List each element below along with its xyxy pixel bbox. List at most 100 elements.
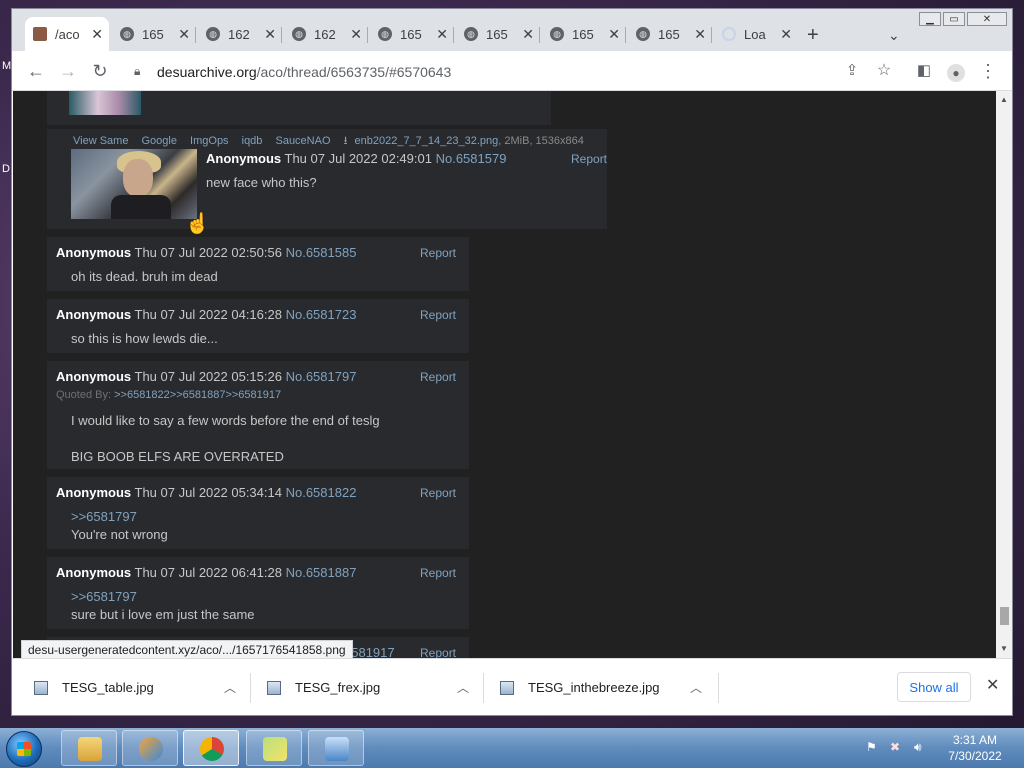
- post-text: BIG BOOB ELFS ARE OVERRATED: [71, 449, 284, 464]
- report-link[interactable]: Report: [420, 308, 456, 322]
- close-icon[interactable]: ✕: [694, 26, 706, 43]
- clock[interactable]: 3:31 AM 7/30/2022: [940, 732, 1010, 764]
- tab-2[interactable]: ◍ 165 ✕: [112, 17, 196, 51]
- download-item[interactable]: TESG_table.jpg ︿: [12, 659, 250, 715]
- close-icon[interactable]: ✕: [780, 26, 792, 43]
- quoted-by-link[interactable]: >>6581887: [170, 389, 226, 401]
- start-button[interactable]: [6, 731, 42, 767]
- chevron-up-icon[interactable]: ︿: [224, 679, 236, 696]
- poster-name: Anonymous: [56, 565, 132, 580]
- show-all-button[interactable]: Show all: [897, 672, 971, 702]
- post-number-link[interactable]: No.6581723: [286, 307, 357, 322]
- report-link[interactable]: Report: [420, 370, 456, 384]
- action-center-flag-icon[interactable]: ⚑: [866, 740, 882, 754]
- taskbar: ⚑ ✖ 🔊︎ 3:31 AM 7/30/2022: [0, 728, 1024, 768]
- media-player-taskbar-button[interactable]: [122, 730, 178, 766]
- report-link[interactable]: Report: [420, 646, 456, 658]
- download-icon[interactable]: ⭳: [344, 135, 348, 147]
- forward-arrow-icon[interactable]: →: [56, 59, 80, 83]
- quote-link[interactable]: >>6581797: [71, 509, 137, 524]
- post-6581797: Anonymous Thu 07 Jul 2022 05:15:26 No.65…: [47, 361, 469, 469]
- tab-9[interactable]: Loa ✕: [714, 17, 798, 51]
- post-text: sure but i love em just the same: [71, 607, 255, 622]
- download-item[interactable]: TESG_frex.jpg ︿: [245, 659, 483, 715]
- new-tab-button[interactable]: +: [807, 25, 819, 45]
- quote-link[interactable]: >>6581797: [71, 589, 137, 604]
- page-scrollbar[interactable]: ▲ ▼: [996, 91, 1012, 658]
- window-close-button[interactable]: ✕: [967, 12, 1007, 26]
- tab-6[interactable]: ◍ 165 ✕: [456, 17, 540, 51]
- tab-7[interactable]: ◍ 165 ✕: [542, 17, 626, 51]
- report-link[interactable]: Report: [420, 566, 456, 580]
- desktop-icon-label-m[interactable]: M: [2, 60, 11, 72]
- report-link[interactable]: Report: [420, 486, 456, 500]
- minimize-button[interactable]: ▁: [919, 12, 941, 26]
- file-link-google[interactable]: Google: [142, 135, 177, 147]
- post-number-link[interactable]: No.6581887: [286, 565, 357, 580]
- profile-avatar-icon[interactable]: ●: [944, 59, 968, 83]
- post-number-link[interactable]: No.6581585: [286, 245, 357, 260]
- report-link[interactable]: Report: [571, 152, 607, 166]
- quoted-by-label: Quoted By:: [56, 389, 112, 401]
- chevron-up-icon[interactable]: ︿: [690, 679, 702, 696]
- loading-spinner-icon: [722, 27, 736, 41]
- file-link-saucenao[interactable]: SauceNAO: [275, 135, 330, 147]
- close-icon[interactable]: ✕: [350, 26, 362, 43]
- post-number-link[interactable]: No.6581579: [436, 151, 507, 166]
- url-text[interactable]: desuarchive.org/aco/thread/6563735/#6570…: [157, 64, 451, 80]
- menu-kebab-icon[interactable]: ⋮: [976, 59, 1000, 83]
- share-icon[interactable]: ⇪: [840, 59, 864, 83]
- reload-icon[interactable]: ↻: [88, 59, 112, 83]
- post-image-thumbnail[interactable]: [71, 149, 197, 219]
- tab-label: 165: [400, 26, 422, 42]
- previous-post-thumbnail[interactable]: [69, 91, 141, 115]
- close-icon[interactable]: ✕: [91, 26, 103, 43]
- bookmark-star-icon[interactable]: ☆: [872, 59, 896, 83]
- post-number-link[interactable]: No.6581797: [286, 369, 357, 384]
- close-icon[interactable]: ✕: [522, 26, 534, 43]
- image-file-icon: [500, 680, 514, 695]
- file-link-imgops[interactable]: ImgOps: [190, 135, 229, 147]
- side-panel-icon[interactable]: ◧: [912, 59, 936, 83]
- maximize-button[interactable]: ▭: [943, 12, 965, 26]
- network-disconnected-icon[interactable]: ✖: [890, 740, 906, 754]
- explorer-taskbar-button[interactable]: [61, 730, 117, 766]
- lock-icon[interactable]: 🔒︎: [134, 64, 140, 79]
- close-icon[interactable]: ✕: [436, 26, 448, 43]
- poster-name: Anonymous: [56, 369, 132, 384]
- tab-separator: [625, 27, 626, 43]
- tab-8[interactable]: ◍ 165 ✕: [628, 17, 712, 51]
- post-6581585: Anonymous Thu 07 Jul 2022 02:50:56 No.65…: [47, 237, 469, 291]
- back-arrow-icon[interactable]: ←: [24, 59, 48, 83]
- close-downloads-icon[interactable]: ✕: [986, 675, 999, 695]
- quoted-by-link[interactable]: >>6581917: [225, 389, 281, 401]
- post-number-link[interactable]: No.6581822: [286, 485, 357, 500]
- tab-search-chevron-icon[interactable]: ⌄: [888, 27, 900, 44]
- image-file-icon: [267, 680, 281, 695]
- address-bar[interactable]: 🔒︎ desuarchive.org/aco/thread/6563735/#6…: [124, 58, 884, 86]
- desktop-icon-label-d[interactable]: D: [2, 163, 10, 175]
- file-name-link[interactable]: enb2022_7_7_14_23_32.png: [355, 135, 499, 147]
- scroll-down-arrow-icon[interactable]: ▼: [1000, 644, 1008, 653]
- file-link-iqdb[interactable]: iqdb: [242, 135, 263, 147]
- scrollbar-thumb[interactable]: [1000, 607, 1009, 625]
- notes-taskbar-button[interactable]: [246, 730, 302, 766]
- file-link-view-same[interactable]: View Same: [73, 135, 128, 147]
- chrome-taskbar-button[interactable]: [183, 730, 239, 766]
- chevron-up-icon[interactable]: ︿: [457, 679, 469, 696]
- tab-4[interactable]: ◍ 162 ✕: [284, 17, 368, 51]
- globe-icon: ◍: [550, 27, 564, 41]
- control-panel-taskbar-button[interactable]: [308, 730, 364, 766]
- tab-3[interactable]: ◍ 162 ✕: [198, 17, 282, 51]
- quoted-by-link[interactable]: >>6581822: [114, 389, 170, 401]
- close-icon[interactable]: ✕: [608, 26, 620, 43]
- download-item[interactable]: TESG_inthebreeze.jpg ︿: [478, 659, 716, 715]
- report-link[interactable]: Report: [420, 246, 456, 260]
- volume-icon[interactable]: 🔊︎: [914, 740, 930, 754]
- tab-5[interactable]: ◍ 165 ✕: [370, 17, 454, 51]
- tab-aco[interactable]: /aco ✕: [25, 17, 109, 51]
- scroll-up-arrow-icon[interactable]: ▲: [1000, 95, 1008, 104]
- close-icon[interactable]: ✕: [178, 26, 190, 43]
- post-text: I would like to say a few words before t…: [71, 413, 380, 428]
- close-icon[interactable]: ✕: [264, 26, 276, 43]
